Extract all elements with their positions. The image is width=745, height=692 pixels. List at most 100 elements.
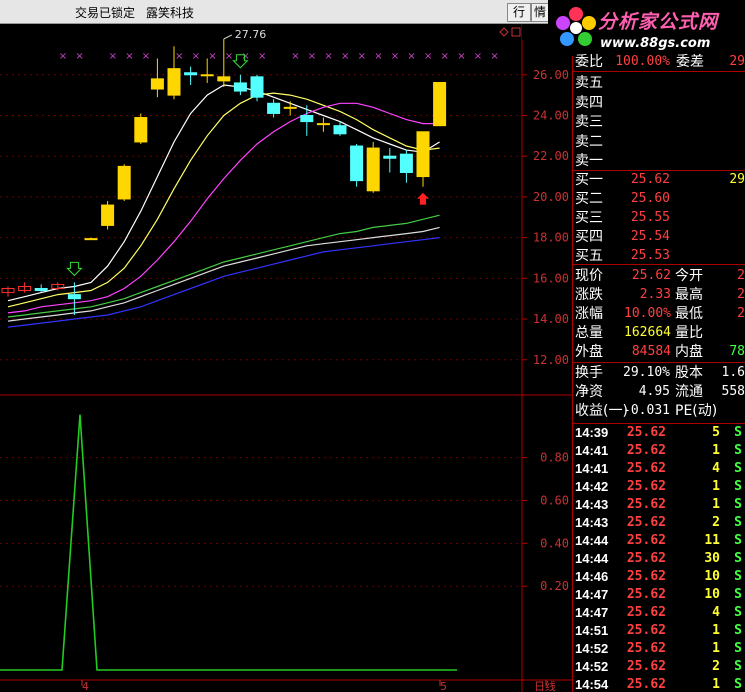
signal-mark: × <box>474 51 482 62</box>
quote-tab-button[interactable]: 行 <box>507 3 531 22</box>
signal-mark: × <box>75 51 83 62</box>
buy-level-price: 25.55 <box>630 210 670 225</box>
wei-bi-label: 委比 <box>575 54 603 70</box>
wei-cha-label: 委差 <box>676 54 704 70</box>
candle-body <box>150 78 164 90</box>
tick-side: S <box>734 479 742 494</box>
stat-value-2: 2 <box>737 268 745 283</box>
tick-volume: 1 <box>712 641 720 656</box>
candle-body <box>84 238 98 241</box>
stat-label: 现价 <box>575 268 603 284</box>
candle-body <box>383 155 397 159</box>
tick-volume: 10 <box>704 587 720 602</box>
candle <box>117 164 131 201</box>
sell-level-label: 卖三 <box>575 114 603 130</box>
signal-mark: × <box>358 51 366 62</box>
candle <box>350 143 364 187</box>
candle-body <box>217 76 231 82</box>
high-marker-label: 27.76 <box>235 28 266 41</box>
candle-body <box>433 82 447 127</box>
y-tick-label: 18.00 <box>533 231 569 245</box>
tick-price: 25.62 <box>626 623 666 638</box>
fund-label: 换手 <box>575 365 603 381</box>
signal-mark: × <box>324 51 332 62</box>
tick-side: S <box>734 641 742 656</box>
y-tick-label: 14.00 <box>533 312 569 326</box>
stat-label-2: 内盘 <box>675 344 703 360</box>
stat-value: 162664 <box>624 325 671 340</box>
x-tick-label: 5 <box>440 680 447 692</box>
buy-level-label: 买一 <box>575 172 603 188</box>
tick-volume: 1 <box>712 443 720 458</box>
stock-name: 露笑科技 <box>146 6 195 20</box>
tick-volume: 2 <box>712 515 720 530</box>
tick-price: 25.62 <box>626 497 666 512</box>
candle-body <box>283 106 297 109</box>
tick-side: S <box>734 677 742 692</box>
stat-label: 涨幅 <box>575 306 603 322</box>
fund-value: -0.031 <box>623 403 670 418</box>
signal-mark: × <box>258 51 266 62</box>
candle <box>250 74 264 102</box>
tick-price: 25.62 <box>626 641 666 656</box>
candle <box>433 82 447 127</box>
tick-side: S <box>734 659 742 674</box>
tick-side: S <box>734 497 742 512</box>
signal-mark: × <box>291 51 299 62</box>
tick-time: 14:54 <box>575 677 609 692</box>
candle-body <box>67 294 81 300</box>
candle-body <box>333 125 347 135</box>
y-tick-label: 22.00 <box>533 149 569 163</box>
fund-value-2: 1.6 <box>721 365 745 380</box>
stat-label: 涨跌 <box>575 287 603 303</box>
buy-level-price: 25.60 <box>630 191 670 206</box>
signal-mark: × <box>175 51 183 62</box>
tick-time: 14:52 <box>575 659 609 674</box>
candle <box>366 141 380 193</box>
candle-body <box>134 117 148 143</box>
tick-price: 25.62 <box>626 461 666 476</box>
tick-price: 25.62 <box>626 587 666 602</box>
candle-body <box>416 131 430 178</box>
signal-mark: × <box>59 51 67 62</box>
fund-label-2: PE(动) <box>675 403 718 419</box>
tick-time: 14:46 <box>575 569 609 584</box>
indicator-chart[interactable]: 0.80 0.60 0.40 0.20 4 5 日线 <box>0 396 572 692</box>
y-tick-label: 16.00 <box>533 271 569 285</box>
y-tick-label: 0.80 <box>540 451 569 465</box>
tick-volume: 4 <box>712 605 720 620</box>
tick-side: S <box>734 623 742 638</box>
tick-time: 14:41 <box>575 461 609 476</box>
candle-body <box>184 72 198 76</box>
fund-value: 4.95 <box>638 384 670 399</box>
site-url: www.88gs.com <box>600 36 711 51</box>
buy-level-label: 买二 <box>575 191 603 207</box>
stat-label-2: 最高 <box>675 287 703 303</box>
y-tick-label: 24.00 <box>533 108 569 122</box>
tick-side: S <box>734 443 742 458</box>
signal-mark: × <box>125 51 133 62</box>
tick-time: 14:42 <box>575 479 609 494</box>
tick-volume: 2 <box>712 659 720 674</box>
tick-price: 25.62 <box>626 569 666 584</box>
tick-volume: 11 <box>704 533 720 548</box>
tick-price: 25.62 <box>626 479 666 494</box>
tick-side: S <box>734 551 742 566</box>
quote-tab-button-2[interactable]: 情 <box>531 3 549 22</box>
buy-level-label: 买三 <box>575 210 603 226</box>
stat-value: 25.62 <box>631 268 671 283</box>
panel-separator <box>572 71 745 72</box>
tick-volume: 1 <box>712 623 720 638</box>
candle-body <box>267 102 281 114</box>
stat-label-2: 量比 <box>675 325 703 341</box>
candle-body <box>34 288 48 292</box>
tick-time: 14:41 <box>575 443 609 458</box>
y-tick-label: 20.00 <box>533 190 569 204</box>
kline-chart[interactable]: 26.00 24.00 22.00 20.00 18.00 16.00 14.00 12.00… <box>0 24 572 396</box>
candle-body <box>399 153 413 173</box>
stat-value: 10.00% <box>624 306 671 321</box>
x-tick-label: 4 <box>82 680 89 692</box>
y-tick-label: 0.40 <box>540 536 569 550</box>
fund-value: 29.10% <box>623 365 670 380</box>
signal-mark: × <box>341 51 349 62</box>
